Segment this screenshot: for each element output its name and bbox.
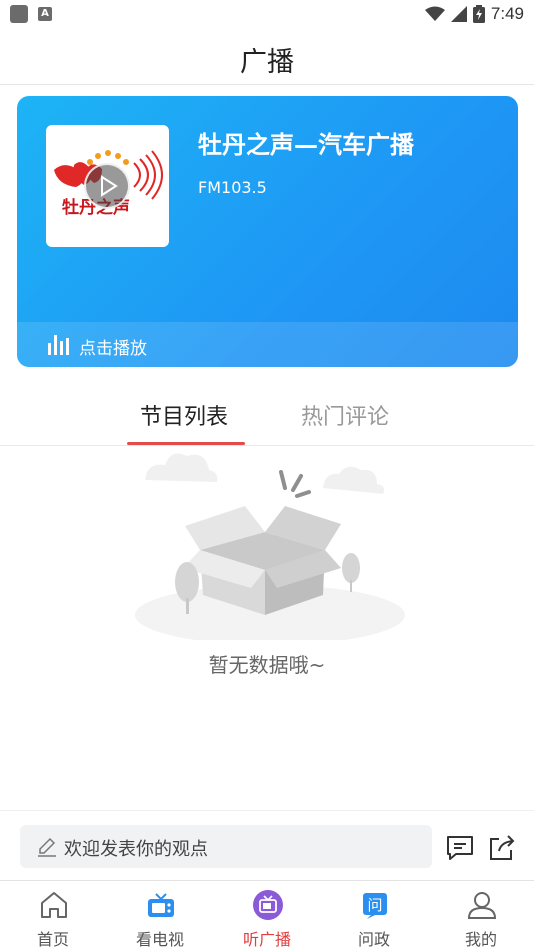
user-icon bbox=[467, 892, 497, 919]
tab-program-list[interactable]: 节目列表 bbox=[140, 399, 228, 431]
nav-item-inquiry[interactable]: 问 问政 bbox=[321, 881, 427, 950]
tab-hot-comments[interactable]: 热门评论 bbox=[301, 399, 389, 431]
station-name: 牡丹之声—汽车广播 bbox=[198, 131, 414, 159]
station-logo[interactable]: 牡丹之声 bbox=[46, 125, 169, 247]
nav-label-radio: 听广播 bbox=[242, 930, 291, 949]
play-icon bbox=[101, 175, 118, 197]
pencil-icon bbox=[38, 837, 56, 857]
question-icon: 问 bbox=[363, 893, 387, 919]
nav-label-inquiry: 问政 bbox=[357, 930, 390, 949]
nav-label-home: 首页 bbox=[36, 930, 69, 949]
wifi-icon bbox=[424, 6, 445, 21]
audio-bars-icon bbox=[48, 335, 69, 355]
radio-page: A 7:49 广播 牡丹之声 牡丹之声—汽车广播 FM103.5 点击播放 节目… bbox=[0, 0, 534, 950]
station-frequency: FM103.5 bbox=[198, 178, 267, 197]
station-card[interactable]: 牡丹之声 牡丹之声—汽车广播 FM103.5 点击播放 bbox=[17, 96, 518, 367]
signal-icon bbox=[450, 6, 467, 22]
comments-icon[interactable] bbox=[445, 833, 475, 863]
bottom-nav: 首页 看电视 听广播 问 问政 我的 bbox=[0, 880, 534, 950]
share-icon[interactable] bbox=[487, 833, 517, 863]
app-header: 广播 bbox=[0, 28, 534, 85]
play-bar[interactable]: 点击播放 bbox=[17, 322, 518, 367]
tv-icon bbox=[148, 893, 174, 917]
comment-input[interactable]: 欢迎发表你的观点 bbox=[20, 825, 432, 868]
play-overlay-button[interactable] bbox=[84, 163, 130, 209]
nav-item-radio[interactable]: 听广播 bbox=[214, 881, 320, 950]
a-notification-icon: A bbox=[38, 7, 52, 21]
nav-label-mine: 我的 bbox=[464, 930, 497, 949]
empty-state-message: 暂无数据哦~ bbox=[208, 653, 326, 677]
svg-text:问: 问 bbox=[367, 896, 382, 914]
nav-label-tv: 看电视 bbox=[135, 930, 184, 949]
content-tabs: 节目列表 热门评论 bbox=[0, 385, 534, 446]
comment-bar: 欢迎发表你的观点 bbox=[0, 810, 534, 880]
comment-placeholder: 欢迎发表你的观点 bbox=[64, 839, 208, 860]
status-bar: A 7:49 bbox=[0, 0, 534, 28]
radio-icon bbox=[253, 890, 283, 920]
status-time: 7:49 bbox=[490, 4, 524, 23]
nav-item-mine[interactable]: 我的 bbox=[428, 881, 534, 950]
square-notification-icon bbox=[10, 5, 28, 23]
empty-box-illustration bbox=[135, 453, 405, 640]
page-title: 广播 bbox=[240, 47, 294, 78]
battery-icon bbox=[472, 5, 485, 23]
nav-item-home[interactable]: 首页 bbox=[0, 881, 106, 950]
nav-item-tv[interactable]: 看电视 bbox=[107, 881, 213, 950]
home-icon bbox=[41, 892, 67, 918]
play-label: 点击播放 bbox=[79, 339, 147, 359]
